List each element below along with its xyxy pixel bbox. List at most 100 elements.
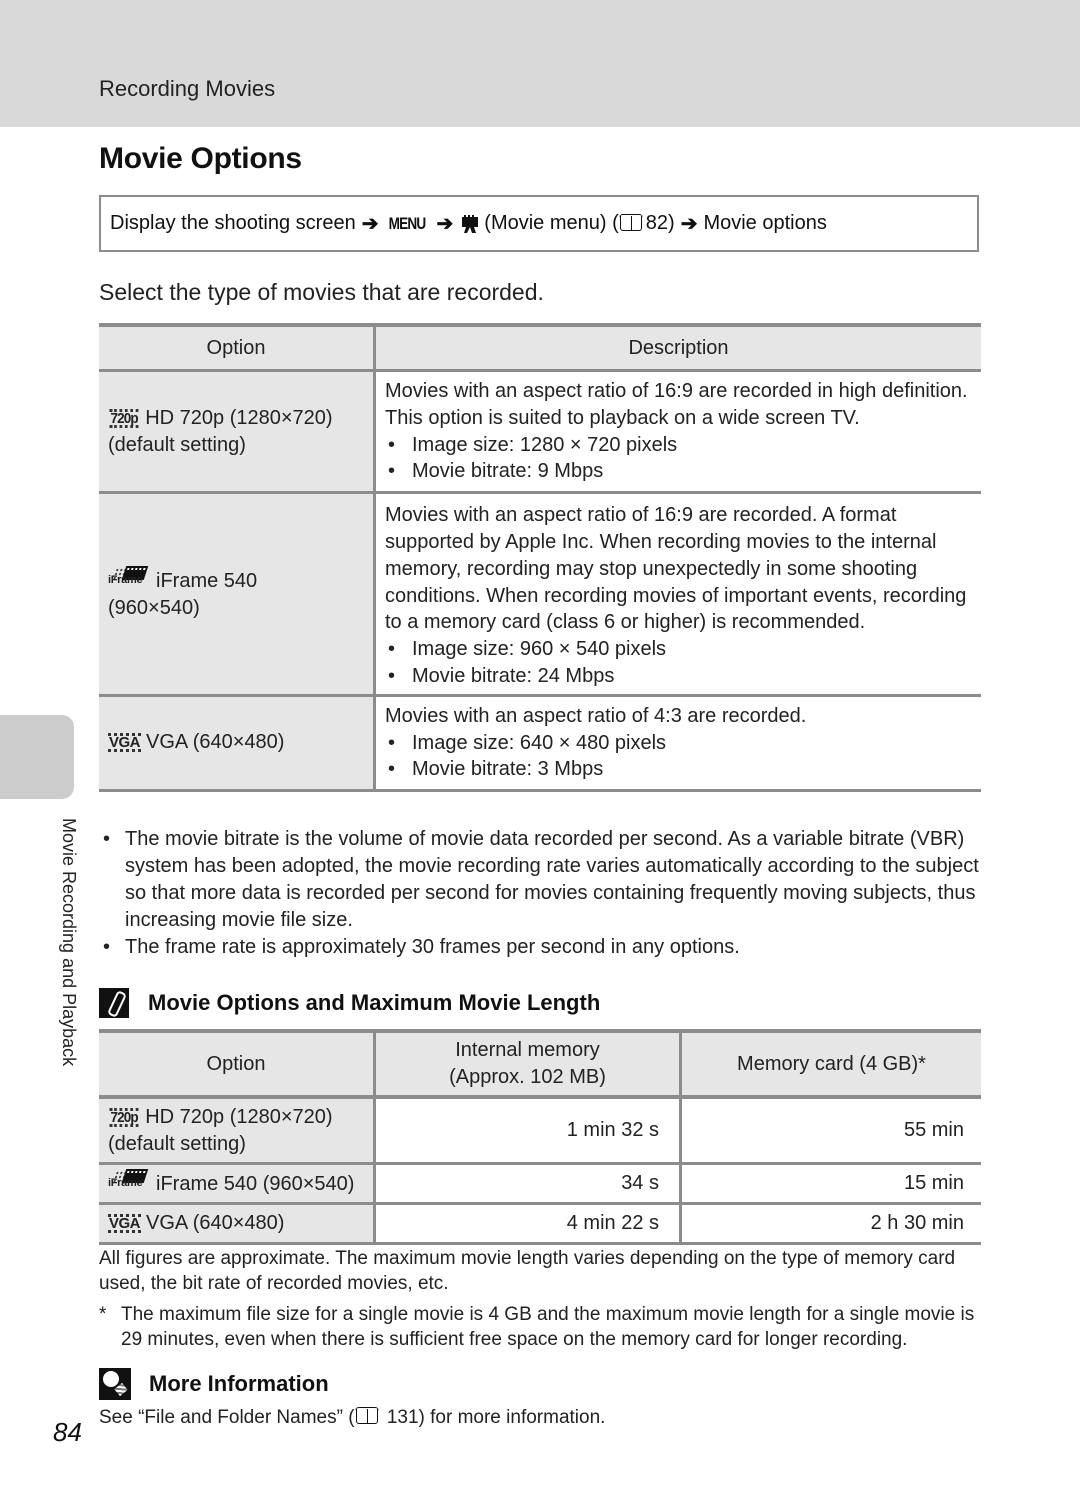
vga-icon: VGA: [108, 1214, 142, 1233]
arrow-right-icon: ➔: [436, 213, 454, 235]
table-row: VGA VGA (640×480) 4 min 22 s 2 h 30 min: [99, 1203, 981, 1245]
option-name: VGA (640×480): [146, 731, 285, 754]
footnote-asterisk: * The maximum file size for a single mov…: [99, 1302, 984, 1352]
note-title: Movie Options and Maximum Movie Length: [148, 990, 601, 1015]
description-cell: Movies with an aspect ratio of 16:9 are …: [374, 492, 981, 697]
table-row: 720p HD 720p (1280×720) (default setting)…: [99, 1097, 981, 1165]
more-info-text-start: See “File and Folder Names” (: [99, 1407, 355, 1428]
option-cell: 720p HD 720p (1280×720) (default setting): [99, 1097, 376, 1165]
page-title: Movie Options: [99, 142, 302, 175]
more-info-text: See “File and Folder Names” ( 131) for m…: [99, 1407, 605, 1429]
bullet-icon: •: [103, 828, 111, 850]
more-info-link[interactable]: 131) for more information.: [382, 1407, 606, 1428]
menu-button-icon: MENU: [389, 213, 427, 233]
option-name: HD 720p (1280×720): [145, 1105, 333, 1128]
options-table: Option Description 720p HD 720p (1280×720…: [99, 323, 981, 793]
chapter-label: Movie Recording and Playback: [59, 818, 79, 1067]
option-cell: iFrame iFrame 540 (960×540): [99, 1163, 376, 1205]
bullet-icon: •: [388, 731, 396, 754]
description-cell: Movies with an aspect ratio of 4:3 are r…: [374, 695, 981, 793]
column-header-description: Description: [374, 323, 981, 372]
arrow-right-icon: ➔: [361, 213, 379, 235]
memory-card-cell: 15 min: [680, 1163, 981, 1205]
chapter-tab: [0, 715, 74, 799]
bullet-text: Image size: 640 × 480 pixels: [412, 731, 667, 754]
table-row: iFrame iFrame 540 (960×540) 34 s 15 min: [99, 1163, 981, 1205]
option-note: (default setting): [108, 433, 246, 456]
menu-path-box: Display the shooting screen ➔ MENU ➔ (Mo…: [99, 195, 979, 252]
memory-card-cell: 55 min: [680, 1097, 981, 1165]
asterisk-mark: *: [99, 1304, 107, 1325]
option-cell: iFrame iFrame 540 (960×540): [99, 492, 376, 697]
bullet-text: Image size: 1280 × 720 pixels: [412, 433, 678, 456]
description-text: Movies with an aspect ratio of 16:9 are …: [385, 504, 967, 634]
bullet-text: Movie bitrate: 24 Mbps: [412, 664, 615, 687]
nav-step-1: Display the shooting screen: [110, 212, 356, 234]
column-header-option: Option: [99, 323, 376, 372]
hd-720p-icon: 720p: [109, 1107, 139, 1127]
option-cell: 720p HD 720p (1280×720) (default setting): [99, 370, 376, 495]
hd-720p-icon: 720p: [109, 408, 139, 428]
bullet-icon: •: [388, 638, 396, 661]
notes-list: • The movie bitrate is the volume of movi…: [99, 826, 984, 961]
bullet-text: Image size: 960 × 540 pixels: [412, 638, 667, 661]
note-text: The frame rate is approximately 30 frame…: [125, 936, 740, 958]
option-note: (960×540): [108, 596, 200, 619]
page-number: 84: [53, 1417, 82, 1447]
nav-step-4: Movie options: [703, 212, 827, 234]
option-name: VGA (640×480): [146, 1212, 285, 1234]
option-note: (default setting): [108, 1132, 246, 1155]
max-length-table: Option Internal memory (Approx. 102 MB) …: [99, 1029, 981, 1245]
arrow-right-icon: ➔: [680, 213, 698, 235]
note-item: • The frame rate is approximately 30 fram…: [99, 934, 984, 961]
table-row: 720p HD 720p (1280×720) (default setting)…: [99, 370, 981, 495]
section-label: Recording Movies: [99, 76, 276, 101]
memory-card-cell: 2 h 30 min: [680, 1203, 981, 1245]
nav-ref-page: 82): [645, 212, 675, 234]
footnote-approximate: All figures are approximate. The maximum…: [99, 1248, 956, 1294]
column-header-memory-card: Memory card (4 GB)*: [680, 1029, 981, 1099]
option-cell: VGA VGA (640×480): [99, 1203, 376, 1245]
description-cell: Movies with an aspect ratio of 16:9 are …: [374, 370, 981, 495]
bullet-icon: •: [103, 936, 111, 958]
note-text: The movie bitrate is the volume of movie…: [125, 828, 979, 931]
iframe-icon: iFrame: [108, 565, 152, 592]
table-header-row: Option Internal memory (Approx. 102 MB) …: [99, 1029, 981, 1099]
pencil-note-icon: [99, 988, 129, 1018]
column-header-internal-memory: Internal memory (Approx. 102 MB): [374, 1029, 682, 1099]
bullet-icon: •: [388, 664, 396, 687]
option-cell: VGA VGA (640×480): [99, 695, 376, 793]
more-info-title: More Information: [149, 1371, 329, 1396]
lightbulb-icon: [99, 1368, 131, 1400]
description-text: Movies with an aspect ratio of 4:3 are r…: [385, 704, 807, 727]
option-name: HD 720p (1280×720): [145, 406, 333, 429]
table-header-row: Option Description: [99, 323, 981, 372]
more-info-heading: More Information: [99, 1368, 329, 1400]
intro-text: Select the type of movies that are recor…: [99, 279, 544, 305]
header-band: [0, 0, 1080, 127]
column-header-option: Option: [99, 1029, 376, 1099]
table-row: iFrame iFrame 540 (960×540) Movies with a…: [99, 492, 981, 697]
bullet-icon: •: [388, 433, 396, 456]
internal-memory-cell: 1 min 32 s: [374, 1097, 682, 1165]
book-reference-icon: [618, 214, 643, 231]
bullet-icon: •: [388, 460, 396, 483]
book-reference-icon: [354, 1407, 379, 1424]
footnote-text: The maximum file size for a single movie…: [121, 1304, 975, 1350]
option-name: iFrame 540 (960×540): [156, 1173, 355, 1195]
description-text: Movies with an aspect ratio of 16:9 are …: [385, 380, 968, 429]
vga-icon: VGA: [108, 733, 142, 753]
bullet-icon: •: [388, 758, 396, 781]
internal-memory-cell: 34 s: [374, 1163, 682, 1205]
bullet-text: Movie bitrate: 3 Mbps: [412, 758, 604, 781]
internal-memory-cell: 4 min 22 s: [374, 1203, 682, 1245]
header-line: (Approx. 102 MB): [449, 1066, 606, 1088]
nav-step-3: (Movie menu) (: [484, 212, 619, 234]
iframe-icon: iFrame: [108, 1169, 152, 1195]
note-item: • The movie bitrate is the volume of movi…: [99, 826, 984, 934]
option-name: iFrame 540: [156, 569, 258, 592]
movie-camera-icon: [461, 214, 479, 233]
note-heading: Movie Options and Maximum Movie Length: [99, 988, 600, 1018]
table-row: VGA VGA (640×480) Movies with an aspect r…: [99, 695, 981, 793]
header-line: Internal memory: [455, 1039, 600, 1061]
